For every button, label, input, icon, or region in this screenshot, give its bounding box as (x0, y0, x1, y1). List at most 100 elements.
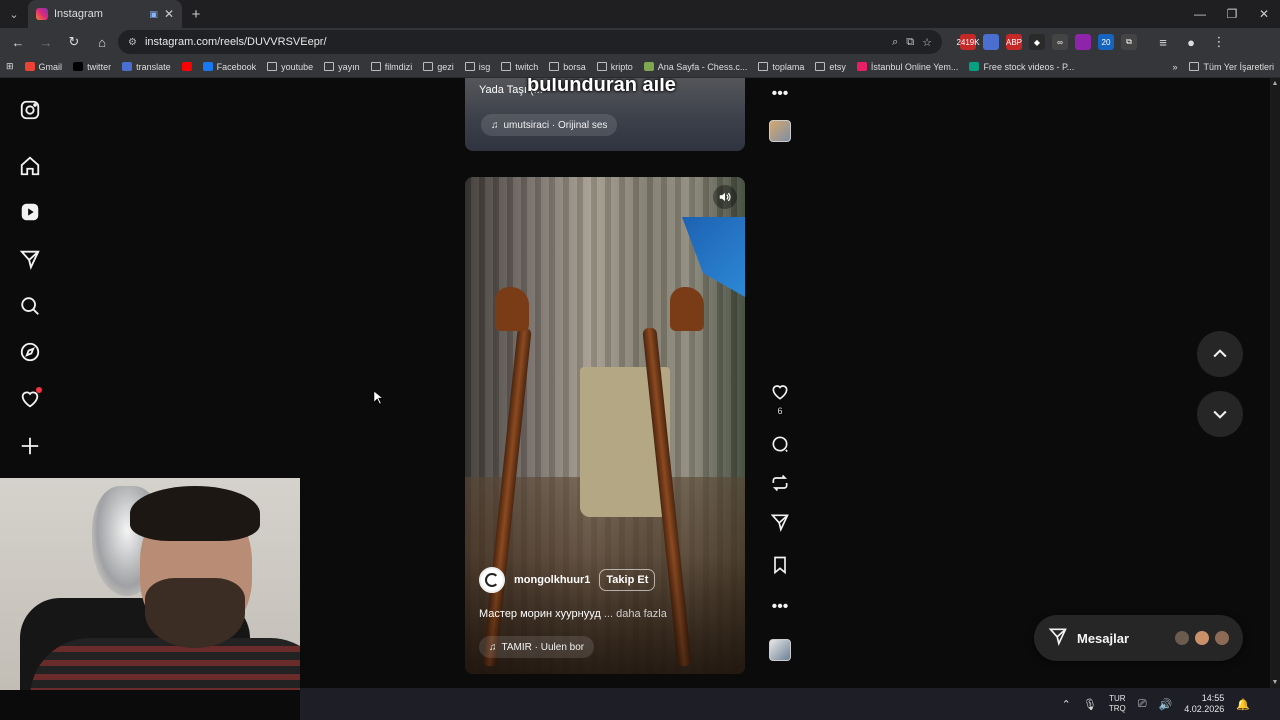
previous-reel-button[interactable] (1197, 331, 1243, 377)
author-avatar[interactable] (479, 567, 505, 593)
tab-instagram[interactable]: Instagram ▣ ✕ (28, 0, 182, 28)
badge-20-ext-icon[interactable]: 20 (1098, 34, 1114, 50)
reload-button[interactable]: ↻ (62, 30, 86, 54)
bookmark-item[interactable]: yayın (324, 62, 360, 72)
purple-ext-icon[interactable] (1075, 34, 1091, 50)
site-info-icon[interactable]: ⚙ (128, 37, 137, 48)
forward-button[interactable]: → (34, 30, 58, 54)
volume-icon[interactable] (713, 185, 737, 209)
prev-reel-overlay-text: bulunduran aile (527, 78, 676, 96)
scroll-up-arrow[interactable]: ▲ (1271, 80, 1279, 87)
music-note-icon: ♫ (491, 119, 499, 131)
save-bookmark-icon[interactable] (768, 553, 792, 577)
bookmark-item[interactable]: twitter (73, 62, 111, 72)
instagram-logo-icon[interactable] (18, 98, 42, 122)
explore-compass-icon[interactable] (18, 340, 42, 364)
minimize-button[interactable]: — (1184, 7, 1216, 21)
bookmark-item[interactable]: İstanbul Online Yem... (856, 62, 958, 72)
home-icon[interactable] (18, 154, 42, 178)
reel-audio-label: TAMIR · Uulen bor (501, 641, 585, 653)
bookmark-item[interactable]: youtube (267, 62, 313, 72)
bookmark-item[interactable]: twitch (501, 62, 538, 72)
network-icon[interactable]: ⎚ (1138, 698, 1147, 711)
bookmark-label: toplama (772, 61, 805, 72)
bookmark-item[interactable]: translate (122, 62, 171, 72)
install-app-icon[interactable]: ⧉ (906, 36, 914, 49)
bookmark-star-icon[interactable]: ☆ (922, 36, 932, 49)
bookmark-item[interactable]: etsy (815, 62, 846, 72)
prev-reel-audio[interactable]: ♫ umutsiraci · Orijinal ses (481, 114, 618, 136)
messages-button[interactable]: Mesajlar (1034, 615, 1243, 661)
bookmark-item[interactable]: isg (464, 62, 490, 72)
microphone-icon[interactable]: 🎙 (1083, 698, 1097, 711)
comment-icon[interactable] (768, 432, 792, 456)
menu-kebab-icon[interactable]: ⋮ (1207, 30, 1231, 54)
browser-tab-strip: ⌄ Instagram ▣ ✕ + — ❐ ✕ (0, 0, 1280, 28)
horse-head-left (495, 287, 529, 331)
tab-close-icon[interactable]: ✕ (164, 7, 174, 21)
bookmark-item[interactable]: Facebook (202, 62, 256, 72)
bookmark-item[interactable]: toplama (758, 62, 804, 72)
clock[interactable]: 14:55 4.02.2026 (1184, 693, 1224, 715)
translate-ext-icon[interactable] (983, 34, 999, 50)
notifications-heart-icon[interactable] (18, 387, 42, 411)
create-plus-icon[interactable] (18, 434, 42, 458)
speaker-icon[interactable]: 🔊 (1159, 698, 1173, 711)
bookmark-item[interactable]: borsa (549, 62, 586, 72)
abp-ext-icon[interactable]: ABP (1006, 34, 1022, 50)
tab-search-button[interactable]: ⌄ (0, 0, 28, 28)
author-username[interactable]: mongolkhuur1 (514, 574, 590, 586)
page-scrollbar[interactable]: ▲ ▼ (1270, 78, 1280, 688)
like-count: 6 (777, 406, 783, 416)
bookmark-item[interactable]: filmdizi (370, 62, 412, 72)
more-options-icon[interactable]: ••• (768, 82, 792, 106)
profile-avatar[interactable]: ● (1179, 30, 1203, 54)
bookmark-label: etsy (829, 61, 846, 72)
bookmark-item[interactable]: Ana Sayfa - Chess.c... (643, 62, 747, 72)
input-language[interactable]: TUR TRQ (1109, 694, 1126, 714)
bookmark-item[interactable]: Free stock videos - P... (969, 62, 1074, 72)
more-options-icon[interactable]: ••• (768, 595, 792, 619)
bookmark-item[interactable]: gezi (423, 62, 454, 72)
puzzle-ext-icon[interactable]: ⧉ (1121, 34, 1137, 50)
glasses-ext-icon[interactable]: ∞ (1052, 34, 1068, 50)
notification-bell-icon[interactable]: 🔔 (1236, 698, 1250, 711)
address-bar[interactable]: ⚙ instagram.com/reels/DUVVRSVEepr/ ⌕ ⧉ ☆ (118, 30, 942, 54)
reel-caption-text: Мастер морин хуурнууд (479, 608, 601, 620)
previous-reel[interactable]: Yada Taşı (... bulunduran aile ♫ umutsir… (465, 78, 745, 151)
close-window-button[interactable]: ✕ (1248, 7, 1280, 21)
scroll-down-arrow[interactable]: ▼ (1271, 679, 1279, 686)
next-reel-button[interactable] (1197, 391, 1243, 437)
ext-badge-icon[interactable]: 2419K (956, 34, 980, 50)
caption-more-link[interactable]: ... daha fazla (604, 608, 667, 620)
restore-button[interactable]: ❐ (1216, 7, 1248, 21)
repost-icon[interactable] (768, 471, 792, 495)
direct-messages-icon[interactable] (18, 247, 42, 271)
reel-audio[interactable]: ♫ TAMIR · Uulen bor (479, 636, 595, 658)
bookmarks-overflow-icon[interactable]: » (1172, 62, 1177, 72)
search-icon[interactable] (18, 294, 42, 318)
follow-button[interactable]: Takip Et (599, 569, 656, 591)
like-heart-icon[interactable] (768, 380, 792, 404)
audio-thumbnail[interactable] (769, 639, 791, 661)
bookmark-item[interactable]: kripto (596, 62, 633, 72)
zoom-icon[interactable]: ⌕ (892, 36, 898, 49)
apps-grid-icon[interactable]: ⊞ (6, 61, 14, 72)
reels-icon[interactable] (18, 200, 42, 224)
prev-audio-thumbnail[interactable] (769, 120, 791, 142)
reel-author: mongolkhuur1 Takip Et (479, 567, 656, 593)
bookmark-item[interactable] (181, 62, 192, 71)
all-bookmarks-folder[interactable]: Tüm Yer İşaretleri (1189, 62, 1274, 72)
bookmark-item[interactable]: Gmail (24, 62, 62, 72)
messages-label: Mesajlar (1077, 630, 1130, 646)
new-tab-button[interactable]: + (182, 6, 210, 23)
share-icon[interactable] (768, 510, 792, 534)
prev-reel-audio-label: umutsiraci · Orijinal ses (503, 119, 608, 131)
current-reel-video[interactable]: mongolkhuur1 Takip Et Мастер морин хуурн… (465, 177, 745, 674)
show-hidden-icons-icon[interactable]: ⌃ (1062, 698, 1071, 711)
reading-list-icon[interactable]: ≡ (1151, 30, 1175, 54)
reel-caption: Мастер морин хуурнууд ... daha fazla (479, 608, 667, 620)
diamond-ext-icon[interactable]: ◆ (1029, 34, 1045, 50)
back-button[interactable]: ← (6, 30, 30, 54)
home-button[interactable]: ⌂ (90, 30, 114, 54)
